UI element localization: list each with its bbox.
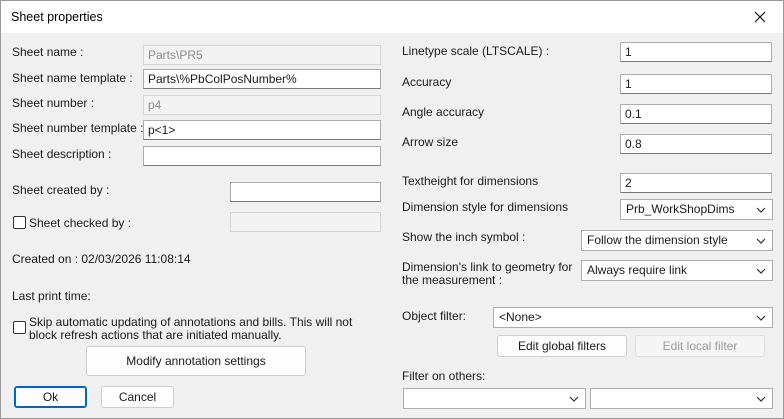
sheet-properties-dialog: Sheet properties Sheet name : Parts\PR5 … [0, 0, 784, 419]
inch-symbol-select[interactable]: Follow the dimension style [581, 230, 773, 251]
link-geometry-value: Always require link [587, 263, 688, 277]
ok-button[interactable]: Ok [14, 386, 87, 408]
sheet-number-label: Sheet number : [12, 96, 95, 110]
sheet-name-field[interactable]: Parts\PR5 [143, 45, 381, 65]
chevron-down-icon [754, 234, 768, 248]
link-geometry-select[interactable]: Always require link [581, 260, 773, 281]
title-bar: Sheet properties [1, 1, 783, 33]
sheet-created-by-field[interactable] [230, 182, 381, 202]
dimension-style-value: Prb_WorkShopDims [626, 202, 735, 216]
angle-accuracy-label: Angle accuracy [402, 105, 485, 119]
sheet-number-template-label: Sheet number template : [12, 121, 144, 135]
sheet-checked-by-label: Sheet checked by : [29, 216, 132, 230]
sheet-name-template-label: Sheet name template : [12, 71, 133, 85]
close-button[interactable] [737, 1, 783, 33]
edit-local-filter-button[interactable]: Edit local filter [635, 335, 765, 357]
sheet-description-label: Sheet description : [12, 147, 112, 161]
window-title: Sheet properties [11, 10, 103, 24]
object-filter-value: <None> [499, 310, 542, 324]
arrow-size-field[interactable]: 0.8 [620, 134, 772, 154]
filter-on-others-select-2[interactable] [590, 388, 773, 409]
chevron-down-icon [567, 392, 581, 406]
sheet-number-field[interactable]: p4 [143, 95, 381, 115]
sheet-name-template-field[interactable]: Parts\%PbColPosNumber% [143, 69, 381, 89]
chevron-down-icon [754, 264, 768, 278]
sheet-description-field[interactable] [143, 146, 381, 166]
inch-symbol-value: Follow the dimension style [587, 233, 728, 247]
angle-accuracy-field[interactable]: 0.1 [620, 104, 772, 124]
dimension-style-select[interactable]: Prb_WorkShopDims [620, 199, 773, 220]
linetype-scale-label: Linetype scale (LTSCALE) : [402, 44, 550, 58]
accuracy-field[interactable]: 1 [620, 74, 772, 94]
linetype-scale-field[interactable]: 1 [620, 42, 772, 62]
sheet-number-template-field[interactable]: p<1> [143, 120, 381, 140]
sheet-checked-by-field[interactable] [230, 212, 381, 232]
chevron-down-icon [754, 311, 768, 325]
filter-on-others-label: Filter on others: [402, 369, 486, 383]
chevron-down-icon [754, 392, 768, 406]
object-filter-label: Object filter: [402, 309, 467, 323]
skip-updating-label: Skip automatic updating of annotations a… [29, 315, 353, 342]
filter-on-others-select-1[interactable] [403, 388, 586, 409]
sheet-checked-by-checkbox[interactable] [13, 216, 26, 229]
accuracy-label: Accuracy [402, 75, 452, 89]
created-on-text: Created on : 02/03/2026 11:08:14 [12, 252, 191, 266]
sheet-name-label: Sheet name : [12, 45, 84, 59]
cancel-button[interactable]: Cancel [101, 386, 174, 408]
chevron-down-icon [754, 203, 768, 217]
close-icon [754, 11, 766, 23]
edit-global-filters-button[interactable]: Edit global filters [497, 335, 627, 357]
skip-updating-checkbox[interactable] [13, 321, 26, 334]
arrow-size-label: Arrow size [402, 135, 459, 149]
dimension-style-label: Dimension style for dimensions [402, 200, 569, 214]
sheet-created-by-label: Sheet created by : [12, 183, 110, 197]
textheight-label: Textheight for dimensions [402, 174, 539, 188]
last-print-time-text: Last print time: [12, 289, 91, 303]
textheight-field[interactable]: 2 [620, 173, 772, 193]
modify-annotation-settings-button[interactable]: Modify annotation settings [86, 346, 306, 376]
inch-symbol-label: Show the inch symbol : [402, 230, 526, 244]
object-filter-select[interactable]: <None> [493, 307, 773, 328]
link-geometry-label: Dimension's link to geometry for the mea… [402, 260, 573, 287]
